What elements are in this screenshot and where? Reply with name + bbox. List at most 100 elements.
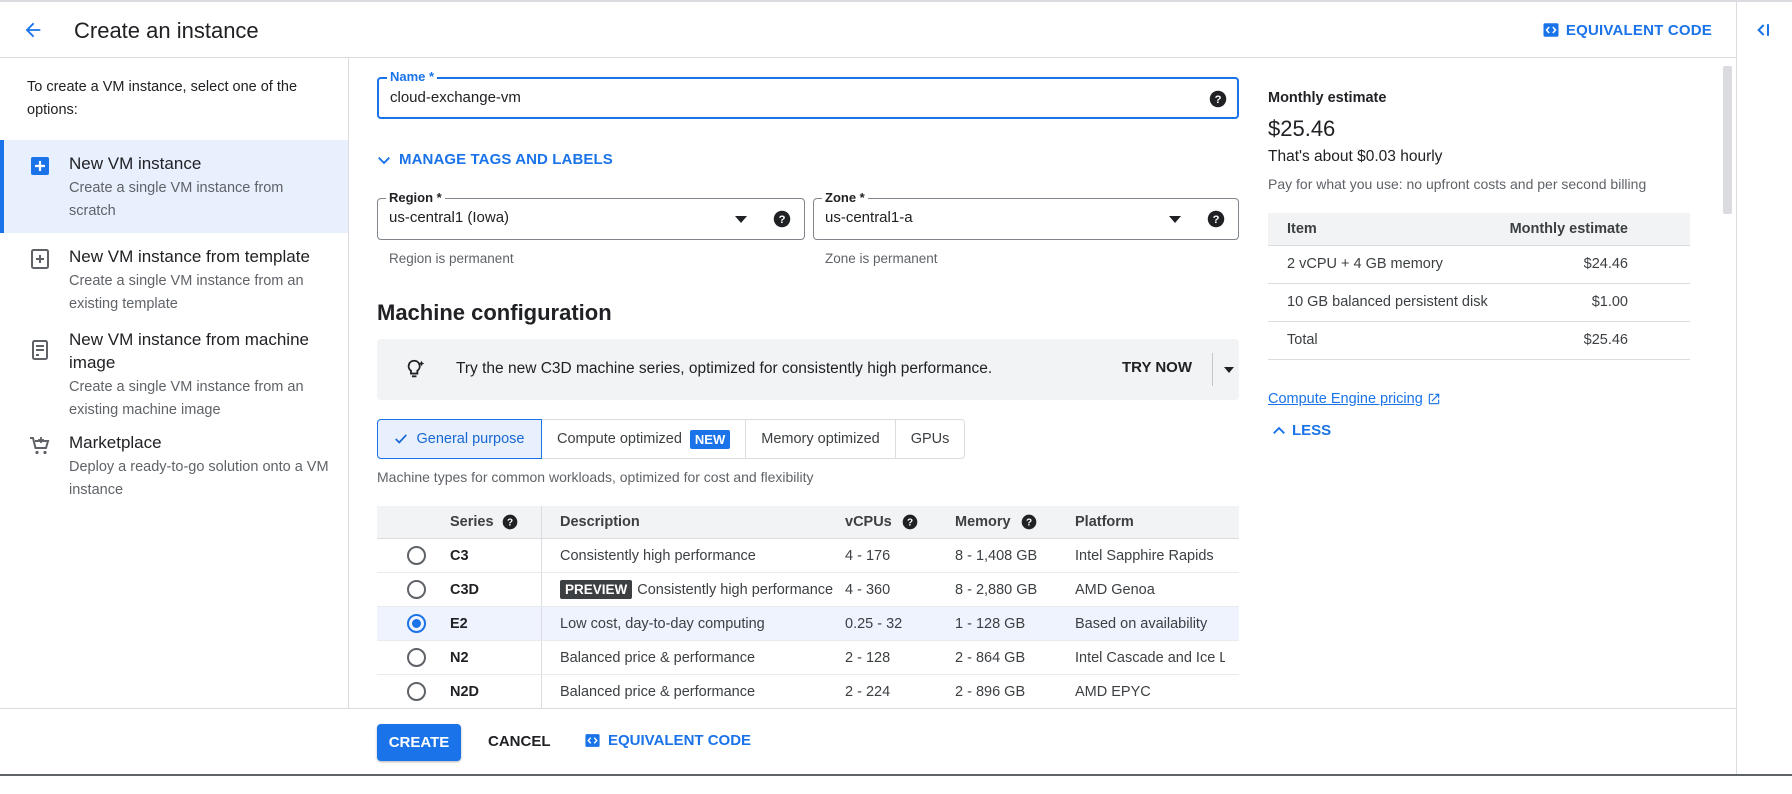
svg-text:?: ? [1026,517,1032,528]
help-icon[interactable]: ? [1209,90,1227,108]
estimate-row: 2 vCPU + 4 GB memory $24.46 [1268,246,1690,284]
sidebar-intro: To create a VM instance, select one of t… [27,79,298,118]
table-row[interactable]: C3D PREVIEW Consistently high performanc… [377,573,1239,607]
tab-description: Machine types for common workloads, opti… [377,469,814,485]
collapse-panel-button[interactable] [1752,20,1772,45]
option-from-machine-image[interactable]: New VM instance from machine image Creat… [0,316,348,422]
series-radio[interactable] [406,648,426,667]
svg-text:?: ? [1215,94,1222,106]
creation-options-sidebar: To create a VM instance, select one of t… [0,58,349,708]
compute-engine-pricing-link[interactable]: Compute Engine pricing [1268,391,1441,407]
help-icon[interactable]: ? [1021,514,1037,530]
table-row[interactable]: N2 Balanced price & performance 2 - 128 … [377,641,1239,675]
option-title: Marketplace [69,433,162,452]
help-icon[interactable]: ? [902,514,918,530]
main-form: Name * cloud-exchange-vm ? MANAGE TAGS A… [350,58,1736,708]
series-desc: Low cost, day-to-day computing [560,615,765,632]
series-vcpus: 2 - 128 [845,649,891,666]
series-vcpus: 4 - 176 [845,547,891,564]
help-icon[interactable]: ? [1207,210,1225,228]
series-memory: 1 - 128 GB [955,615,1026,632]
estimate-value: $1.00 [1591,294,1628,310]
help-icon[interactable]: ? [773,210,791,228]
col-item: Item [1287,221,1317,237]
tab-compute-optimized[interactable]: Compute optimized NEW [542,420,747,458]
series-name: N2D [450,675,542,708]
open-in-new-icon [1428,393,1440,405]
header-memory: Memory ? [955,514,1075,530]
zone-select[interactable]: Zone * us-central1-a ? [813,190,1239,240]
help-icon[interactable]: ? [502,514,518,530]
option-new-vm-instance[interactable]: New VM instance Create a single VM insta… [0,140,348,233]
series-memory: 8 - 1,408 GB [955,547,1038,564]
series-platform: AMD EPYC [1075,683,1151,700]
table-row[interactable]: C3 Consistently high performance 4 - 176… [377,539,1239,573]
cancel-button[interactable]: CANCEL [488,733,551,750]
header-series: Series ? [450,506,542,538]
scrollbar[interactable] [1720,58,1734,708]
estimate-row: 10 GB balanced persistent disk $1.00 [1268,284,1690,322]
estimate-item: 10 GB balanced persistent disk [1287,294,1488,310]
header-platform: Platform [1075,514,1134,530]
svg-text:?: ? [779,214,786,226]
estimate-note: Pay for what you use: no upfront costs a… [1268,176,1647,192]
svg-text:?: ? [506,517,512,528]
equivalent-code-button-top[interactable]: EQUIVALENT CODE [1542,21,1712,39]
estimate-value: $25.46 [1583,332,1628,348]
series-radio-selected[interactable] [406,614,426,633]
less-label: LESS [1292,422,1332,439]
tab-gpus[interactable]: GPUs [896,420,965,458]
machine-series-table: Series ? Description vCPUs ? Memory ? Pl… [377,506,1239,708]
option-marketplace[interactable]: Marketplace Deploy a ready-to-go solutio… [0,422,348,512]
header-series-label: Series [450,514,494,530]
header-memory-label: Memory [955,514,1011,530]
estimate-label: Monthly estimate [1268,90,1387,106]
region-select[interactable]: Region * us-central1 (Iowa) ? [377,190,805,240]
manage-tags-toggle[interactable]: MANAGE TAGS AND LABELS [377,151,613,168]
add-outline-box-icon [31,249,49,269]
try-now-menu-icon[interactable] [1224,367,1234,373]
series-radio[interactable] [406,546,426,565]
table-row[interactable]: N2D Balanced price & performance 2 - 224… [377,675,1239,708]
tab-label: GPUs [910,431,950,447]
equivalent-code-button[interactable]: EQUIVALENT CODE [584,732,751,749]
series-platform: Intel Sapphire Rapids [1075,547,1214,564]
region-hint: Region is permanent [389,251,514,266]
preview-badge: PREVIEW [560,580,633,599]
tab-memory-optimized[interactable]: Memory optimized [746,420,896,458]
machine-config-title: Machine configuration [377,300,612,325]
name-field[interactable]: Name * cloud-exchange-vm ? [377,69,1239,119]
tab-general-purpose[interactable]: General purpose [377,419,542,459]
option-desc: Deploy a ready-to-go solution onto a VM … [69,459,329,498]
series-name: C3 [450,539,542,572]
estimate-value: $24.46 [1583,256,1628,272]
zone-label: Zone * [822,190,868,205]
svg-text:?: ? [907,517,913,528]
chevron-down-icon [378,156,390,164]
add-box-icon [31,157,49,175]
estimate-table-header: Item Monthly estimate [1268,213,1690,246]
table-row[interactable]: E2 Low cost, day-to-day computing 0.25 -… [377,607,1239,641]
equivalent-code-label: EQUIVALENT CODE [608,732,752,749]
less-toggle[interactable]: LESS [1272,422,1331,439]
tab-label: Memory optimized [761,431,880,447]
option-title: New VM instance [69,154,202,173]
create-button[interactable]: CREATE [377,724,461,761]
series-desc: Balanced price & performance [560,683,756,700]
series-radio[interactable] [406,580,426,599]
series-radio[interactable] [406,682,426,701]
code-icon [1543,23,1559,37]
pricing-link-label: Compute Engine pricing [1268,391,1423,407]
option-title: New VM instance from machine image [69,330,309,372]
series-desc: Consistently high performance [637,581,834,598]
back-button[interactable] [18,15,48,45]
series-vcpus: 0.25 - 32 [845,615,903,632]
try-now-button[interactable]: TRY NOW [1122,359,1192,376]
estimate-item: 2 vCPU + 4 GB memory [1287,256,1443,272]
scrollbar-thumb[interactable] [1723,66,1732,214]
option-from-template[interactable]: New VM instance from template Create a s… [0,233,348,316]
estimate-table: Item Monthly estimate 2 vCPU + 4 GB memo… [1268,213,1690,360]
name-input[interactable]: cloud-exchange-vm [390,89,521,106]
tab-label: Compute optimized [557,431,682,447]
header-vcpus-label: vCPUs [845,514,892,530]
